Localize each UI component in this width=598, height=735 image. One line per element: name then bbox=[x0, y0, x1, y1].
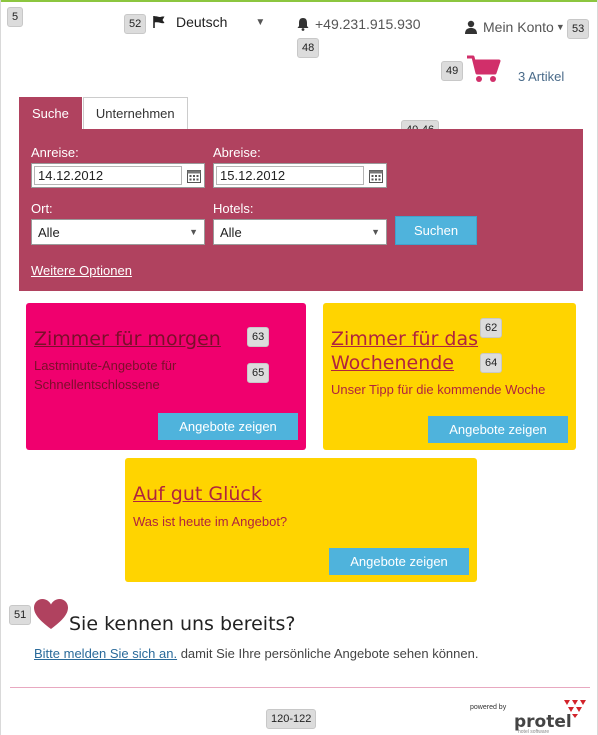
user-icon bbox=[465, 20, 477, 34]
show-offers-button[interactable]: Angebote zeigen bbox=[158, 413, 298, 440]
departure-input[interactable] bbox=[216, 166, 364, 185]
calendar-icon[interactable] bbox=[368, 168, 384, 184]
location-value: Alle bbox=[38, 224, 60, 240]
shopping-cart-icon bbox=[467, 55, 501, 82]
hotels-value: Alle bbox=[220, 224, 242, 240]
known-text: Bitte melden Sie sich an. damit Sie Ihre… bbox=[34, 646, 478, 661]
offer-subtitle: Lastminute-Angebote für Schnellentschlos… bbox=[34, 358, 177, 392]
show-offers-button[interactable]: Angebote zeigen bbox=[329, 548, 469, 575]
badge-53: 53 bbox=[567, 19, 590, 39]
protel-tagline: hotel software bbox=[518, 729, 550, 735]
badge-62: 62 bbox=[480, 318, 503, 338]
badge-49: 49 bbox=[441, 61, 464, 81]
badge-64: 64 bbox=[480, 353, 503, 373]
flag-icon bbox=[153, 16, 165, 28]
calendar-icon[interactable] bbox=[186, 168, 202, 184]
hotels-select[interactable]: Alle ▼ bbox=[213, 219, 387, 245]
badge-120-122: 120-122 bbox=[266, 709, 317, 729]
chevron-down-icon: ▼ bbox=[255, 16, 266, 28]
account-label: Mein Konto bbox=[483, 19, 554, 35]
login-link[interactable]: Bitte melden Sie sich an. bbox=[34, 646, 177, 661]
offer-card-luck: Auf gut Glück Was ist heute im Angebot? … bbox=[125, 458, 477, 582]
departure-field bbox=[213, 163, 387, 188]
tab-company[interactable]: Unternehmen bbox=[82, 97, 188, 129]
badge-51: 51 bbox=[9, 605, 32, 625]
account-menu[interactable]: Mein Konto ▼ bbox=[464, 19, 565, 35]
search-tabs: Suche Unternehmen bbox=[19, 97, 188, 129]
chevron-down-icon: ▼ bbox=[555, 22, 565, 32]
chevron-down-icon: ▼ bbox=[371, 227, 380, 237]
tab-search[interactable]: Suche bbox=[19, 97, 82, 129]
arrival-label: Anreise: bbox=[31, 145, 79, 160]
offer-title[interactable]: Auf gut Glück bbox=[133, 482, 262, 506]
known-title: Sie kennen uns bereits? bbox=[69, 613, 296, 635]
bell-icon bbox=[297, 18, 309, 31]
more-options-link[interactable]: Weitere Optionen bbox=[31, 263, 132, 278]
known-description: damit Sie Ihre persönliche Angebote sehe… bbox=[177, 646, 479, 661]
badge-65: 65 bbox=[247, 363, 270, 383]
arrival-input[interactable] bbox=[34, 166, 182, 185]
top-accent-line bbox=[0, 0, 598, 2]
hotels-label: Hotels: bbox=[213, 201, 254, 216]
offer-title-line1[interactable]: Zimmer für das bbox=[331, 327, 478, 351]
show-offers-button[interactable]: Angebote zeigen bbox=[428, 416, 568, 443]
arrival-field bbox=[31, 163, 205, 188]
footer-divider bbox=[10, 687, 590, 688]
location-label: Ort: bbox=[31, 201, 53, 216]
search-button[interactable]: Suchen bbox=[395, 216, 477, 245]
cart-button[interactable] bbox=[466, 54, 502, 84]
badge-5: 5 bbox=[7, 7, 24, 27]
offer-title-line2[interactable]: Wochenende bbox=[331, 351, 454, 375]
search-panel: Anreise: Abreise: Ort: Alle ▼ Hotels: Al… bbox=[19, 129, 583, 291]
cart-count[interactable]: 3 Artikel bbox=[518, 69, 564, 84]
language-selector[interactable]: Deutsch ▼ bbox=[152, 14, 265, 30]
language-label: Deutsch bbox=[176, 14, 228, 30]
offer-title[interactable]: Zimmer für morgen bbox=[34, 327, 221, 351]
powered-by-label: powered by bbox=[470, 704, 507, 711]
offer-card-weekend: Zimmer für das Wochenende Unser Tipp für… bbox=[323, 303, 576, 450]
phone-label: +49.231.915.930 bbox=[315, 16, 421, 32]
badge-48: 48 bbox=[297, 38, 320, 58]
badge-63: 63 bbox=[247, 327, 270, 347]
heart-icon bbox=[34, 599, 68, 629]
offer-subtitle: Was ist heute im Angebot? bbox=[133, 514, 288, 529]
chevron-down-icon: ▼ bbox=[189, 227, 198, 237]
badge-52: 52 bbox=[124, 14, 147, 34]
offer-subtitle: Unser Tipp für die kommende Woche bbox=[331, 382, 546, 397]
phone-number: +49.231.915.930 bbox=[296, 16, 421, 32]
departure-label: Abreise: bbox=[213, 145, 261, 160]
location-select[interactable]: Alle ▼ bbox=[31, 219, 205, 245]
